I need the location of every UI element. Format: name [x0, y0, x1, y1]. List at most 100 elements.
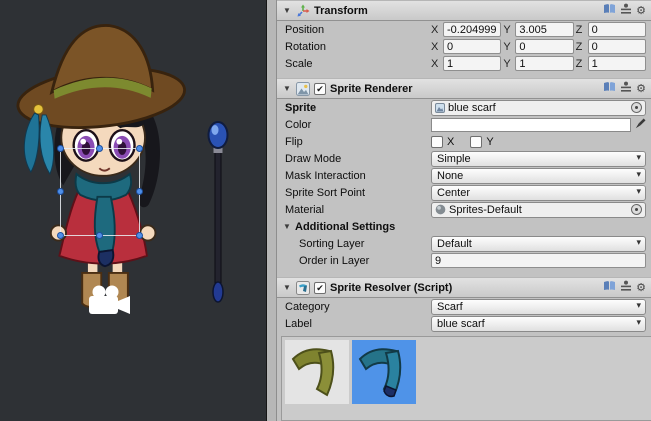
scale-y-field[interactable]: 1	[515, 56, 573, 71]
gear-icon[interactable]: ⚙	[636, 282, 646, 294]
preset-icon[interactable]	[620, 280, 632, 295]
panel-splitter[interactable]	[266, 0, 277, 421]
thumbnail-blue-scarf-selected[interactable]	[352, 340, 416, 404]
scale-x-field[interactable]: 1	[443, 56, 501, 71]
scale-z-field[interactable]: 1	[588, 56, 646, 71]
selection-handle[interactable]	[57, 232, 64, 239]
component-title: Sprite Renderer	[330, 83, 413, 95]
foldout-icon[interactable]: ▼	[282, 6, 292, 15]
mask-interaction-dropdown[interactable]: None ▾	[431, 168, 646, 184]
sprite-renderer-icon	[296, 82, 310, 96]
color-swatch[interactable]	[431, 118, 631, 132]
material-icon	[435, 204, 446, 215]
flip-x-label: X	[447, 136, 454, 148]
material-row: Material Sprites-Default	[277, 201, 651, 218]
help-icon[interactable]	[603, 3, 616, 18]
color-label: Color	[285, 119, 429, 131]
position-x-field[interactable]: -0.204999	[443, 22, 501, 37]
object-picker-icon[interactable]	[631, 204, 642, 215]
eyedropper-icon[interactable]	[633, 118, 646, 132]
scarf-tip	[98, 250, 113, 266]
gear-icon[interactable]: ⚙	[636, 83, 646, 95]
y-axis-label: Y	[503, 58, 513, 70]
flip-y-checkbox[interactable]	[470, 136, 482, 148]
foldout-icon[interactable]: ▼	[282, 222, 292, 231]
material-object-name: Sprites-Default	[449, 204, 522, 216]
thumbnail-green-scarf[interactable]	[285, 340, 349, 404]
material-object-field[interactable]: Sprites-Default	[431, 202, 646, 218]
component-title: Sprite Resolver (Script)	[330, 282, 452, 294]
selection-handle[interactable]	[96, 232, 103, 239]
sprite-object-field[interactable]: blue scarf	[431, 100, 646, 116]
staff-sprite[interactable]	[203, 120, 233, 308]
order-in-layer-field[interactable]: 9	[431, 253, 646, 268]
selection-handle[interactable]	[57, 188, 64, 195]
foldout-icon[interactable]: ▼	[282, 283, 292, 292]
help-icon[interactable]	[603, 280, 616, 295]
order-in-layer-row: Order in Layer 9	[277, 252, 651, 269]
rotation-z-field[interactable]: 0	[588, 39, 646, 54]
label-value: blue scarf	[437, 318, 485, 330]
inspector-panel: ▼ Transform ⚙ Position	[277, 0, 651, 421]
additional-settings-label: Additional Settings	[295, 221, 395, 233]
position-y-field[interactable]: 3.005	[515, 22, 573, 37]
flip-y-label: Y	[486, 136, 493, 148]
sprite-row: Sprite blue scarf	[277, 99, 651, 116]
selection-handle[interactable]	[136, 145, 143, 152]
material-label: Material	[285, 204, 429, 216]
unity-editor: ▼ Transform ⚙ Position	[0, 0, 651, 421]
y-axis-label: Y	[503, 24, 513, 36]
label-dropdown[interactable]: blue scarf ▾	[431, 316, 646, 332]
component-title: Transform	[314, 5, 368, 17]
x-axis-label: X	[431, 58, 441, 70]
sprite-renderer-header[interactable]: ▼ ✔ Sprite Renderer ⚙	[277, 78, 651, 99]
eye-highlight-right	[116, 139, 122, 145]
staff-pommel	[213, 282, 223, 302]
sorting-layer-dropdown[interactable]: Default ▾	[431, 236, 646, 252]
scale-label: Scale	[285, 58, 429, 70]
rotation-y-field[interactable]: 0	[515, 39, 573, 54]
sprite-resolver-header[interactable]: ▼ ✔ Sprite Resolver (Script) ⚙	[277, 277, 651, 298]
additional-settings-foldout[interactable]: ▼ Additional Settings	[277, 218, 651, 235]
selection-handle[interactable]	[136, 232, 143, 239]
sorting-layer-label: Sorting Layer	[299, 238, 429, 250]
sorting-layer-row: Sorting Layer Default ▾	[277, 235, 651, 252]
chevron-down-icon: ▾	[636, 152, 641, 163]
enabled-checkbox[interactable]: ✔	[314, 83, 326, 95]
selection-handle[interactable]	[136, 188, 143, 195]
selection-handle[interactable]	[57, 145, 64, 152]
transform-header[interactable]: ▼ Transform ⚙	[277, 0, 651, 21]
sprite-thumb-icon	[435, 103, 445, 113]
mask-interaction-row: Mask Interaction None ▾	[277, 167, 651, 184]
rotation-x-field[interactable]: 0	[443, 39, 501, 54]
chevron-down-icon: ▾	[636, 169, 641, 180]
x-axis-label: X	[431, 41, 441, 53]
label-label: Label	[285, 318, 429, 330]
sprite-object-name: blue scarf	[448, 102, 496, 114]
draw-mode-dropdown[interactable]: Simple ▾	[431, 151, 646, 167]
mask-interaction-label: Mask Interaction	[285, 170, 429, 182]
scene-view[interactable]	[0, 0, 266, 421]
object-picker-icon[interactable]	[631, 102, 642, 113]
sprite-sort-point-row: Sprite Sort Point Center ▾	[277, 184, 651, 201]
sprite-sort-point-dropdown[interactable]: Center ▾	[431, 185, 646, 201]
preset-icon[interactable]	[620, 81, 632, 96]
category-dropdown[interactable]: Scarf ▾	[431, 299, 646, 315]
gear-icon[interactable]: ⚙	[636, 5, 646, 17]
x-axis-label: X	[431, 24, 441, 36]
draw-mode-row: Draw Mode Simple ▾	[277, 150, 651, 167]
draw-mode-label: Draw Mode	[285, 153, 429, 165]
flip-x-checkbox[interactable]	[431, 136, 443, 148]
sprite-selection-box[interactable]	[60, 148, 140, 236]
selection-handle[interactable]	[96, 145, 103, 152]
z-axis-label: Z	[576, 58, 586, 70]
camera-gizmo-icon[interactable]	[86, 284, 134, 318]
position-z-field[interactable]: 0	[588, 22, 646, 37]
sorting-layer-value: Default	[437, 238, 472, 250]
enabled-checkbox[interactable]: ✔	[314, 282, 326, 294]
preset-icon[interactable]	[620, 3, 632, 18]
foldout-icon[interactable]: ▼	[282, 84, 292, 93]
transform-icon	[296, 4, 310, 18]
help-icon[interactable]	[603, 81, 616, 96]
chevron-down-icon: ▾	[636, 186, 641, 197]
